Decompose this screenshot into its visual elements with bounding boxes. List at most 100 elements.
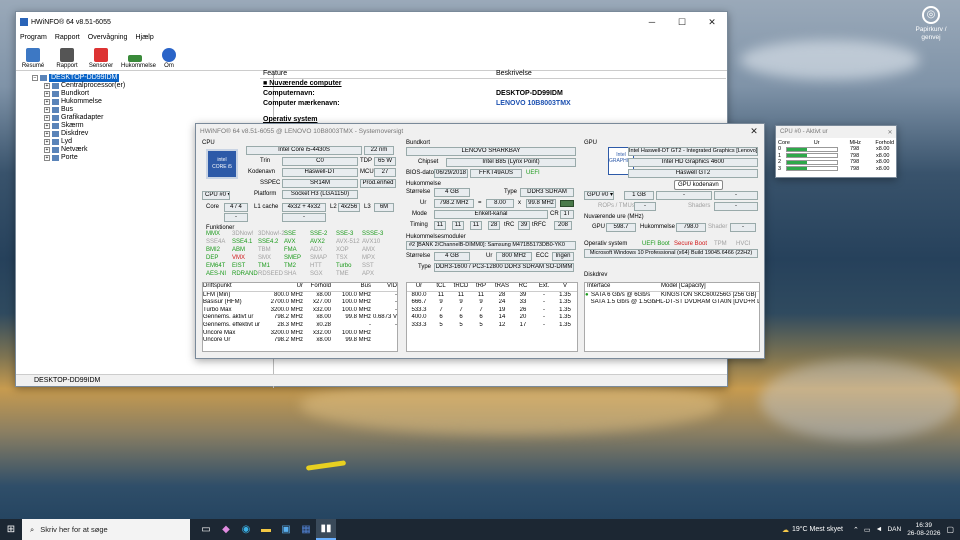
sspec-label: SSPEC [260,180,281,186]
file-explorer-icon[interactable]: ▬ [256,519,276,540]
app-icon[interactable]: ▦ [296,519,316,540]
weather-widget[interactable]: ☁ 19°C Mest skyet [782,526,843,534]
module-ecc: Ingen [552,252,574,261]
hwinfo-taskbar-icon[interactable]: ▮▮ [316,519,336,540]
maximize-icon[interactable]: ☐ [667,12,697,32]
close-icon[interactable]: ✕ [697,12,727,32]
gpu-clock-label: GPU [592,224,606,230]
store-icon[interactable]: ▣ [276,519,296,540]
menu-hjaelp[interactable]: Hjælp [135,34,153,41]
timing-rfc: 208 [554,221,572,230]
close-icon[interactable]: ✕ [884,129,896,136]
expand-icon[interactable]: + [44,107,50,113]
cpu-clock-titlebar[interactable]: CPU #0 - Aktivt ur ✕ [776,126,896,138]
tree-item-motherboard[interactable]: + Bundkort [32,90,273,98]
expand-icon[interactable]: + [44,139,50,145]
ecc-label: ECC [536,253,549,259]
module-clock-label: Ur [486,253,493,259]
tree-item-memory[interactable]: + Hukommelse [32,98,273,106]
feature-xop: XOP [336,247,349,253]
gpu-shaders: - [714,202,758,211]
expand-icon[interactable]: + [44,115,50,121]
memory-section-label: Hukommelse [406,181,442,187]
table-row[interactable]: 533.3 7 7 7 19 26-1.35 [407,307,577,315]
table-row[interactable]: Gennems. aktivt ur 798.2 MHz x8.00 99.8 MHz… [203,314,397,322]
detail-row[interactable]: Computernavn: DESKTOP-DD99IDM [263,89,726,99]
feature-vmx: VMX [232,255,246,261]
main-titlebar[interactable]: HWiNFO® 64 v8.51-6055 ─ ☐ ✕ [16,12,727,32]
info-icon [162,48,176,62]
menu-program[interactable]: Program [20,34,47,41]
start-icon[interactable]: ⊞ [0,519,22,540]
table-row[interactable]: 400.0 6 6 6 14 20-1.35 [407,314,577,322]
menu-bar: Program Rapport Overvågning Hjælp [16,32,727,43]
table-row[interactable]: Gennems. effektivt ur 28.3 MHz x0.28- - [203,322,397,330]
timings-table: Ur tCL tRCD tRP tRAS RC Ext. V 800.0 11 11 11 28 39-… [406,282,578,352]
module-select[interactable]: #2 [BANK 2/ChannelB-DIMM0]: Samsung M471… [406,241,576,250]
tree-item-bus[interactable]: + Bus [32,106,273,114]
notification-icon[interactable]: ▢ [946,525,954,534]
cpu-platform: Socket H3 (LGA1150) [282,190,358,199]
timing-rp: 11 [470,221,482,230]
table-row[interactable]: ● SATA 6 Gb/s @ 6Gb/s KINGSTON SKC600256G … [585,292,759,300]
desktop-shortcut[interactable]: ◎ Papirkurv / genvej [905,6,957,42]
table-row[interactable]: Turbo Max 3200.0 MHz x32.00 100.0 MHz - [203,307,397,315]
col-feature[interactable]: Feature [260,69,496,78]
cpu-l1-extra: - [282,213,326,222]
feature-avx10: AVX10 [362,239,381,245]
summary-titlebar[interactable]: HWiNFO® 64 v8.51-6055 @ LENOVO 10B8003TM… [196,124,764,138]
cpu-stepping: C0 [282,157,358,166]
close-icon[interactable]: ✕ [744,124,764,138]
gpu-select[interactable]: GPU #0 ▾ [584,191,614,200]
tree-root[interactable]: DESKTOP-DD99IDM [49,74,120,82]
volume-icon[interactable]: ◄ [876,526,883,533]
table-row[interactable]: 333.3 5 5 5 12 17-1.35 [407,322,577,330]
col-description[interactable]: Beskrivelse [496,69,532,78]
detail-row[interactable]: Computer mærkenavn: LENOVO 10B8003TMX [263,99,726,109]
summary-button[interactable]: Resumé [19,48,47,70]
language-indicator[interactable]: DAN [887,526,901,533]
expand-icon[interactable]: + [44,131,50,137]
table-row[interactable]: Basisur (HFM) 2700.0 MHz x27.00 100.0 MHz - [203,299,397,307]
table-row[interactable]: 800.0 11 11 11 28 39-1.35 [407,292,577,300]
sensors-button[interactable]: Sensorer [87,48,115,70]
modules-section-label: Hukommelsesmoduler [406,234,466,240]
table-row[interactable]: Uncore Ur 798.2 MHz x8.00 99.8 MHz [203,337,397,345]
table-row[interactable]: SATA 1.5 Gb/s @ 1.5Gb/s HL-DT-ST DVDRAM G… [585,299,759,307]
feature-tsx: TSX [336,255,348,261]
task-view-icon[interactable]: ▭ [196,519,216,540]
search-box[interactable]: ⌕ Skriv her for at søge [22,519,190,540]
expand-icon[interactable]: + [44,147,50,153]
clock[interactable]: 16:39 26-08-2026 [907,522,940,537]
table-row[interactable]: Uncore Max 3200.0 MHz x32.00 100.0 MHz [203,330,397,338]
list-item: 3 798 x8.00 [778,165,890,172]
clock-time: 16:39 [915,522,932,529]
edge-icon[interactable]: ◉ [236,519,256,540]
minimize-icon[interactable]: ─ [637,12,667,32]
expand-icon[interactable]: + [44,83,50,89]
expand-icon[interactable]: + [44,99,50,105]
cpu-select[interactable]: CPU #0 ▾ [202,191,230,200]
expand-icon[interactable]: + [44,123,50,129]
menu-rapport[interactable]: Rapport [55,34,80,41]
report-button[interactable]: Rapport [53,48,81,70]
copilot-icon[interactable]: ◆ [216,519,236,540]
platform-label: Platform [254,191,277,197]
cpu-sspec: SR14M [282,179,358,188]
feature-htt: HTT [310,263,322,269]
about-button[interactable]: Om [155,48,183,70]
network-icon[interactable]: ▭ [864,526,871,534]
tree-item-cpu[interactable]: + Centralprocessor(er) [32,82,273,90]
table-row[interactable]: 666.7 9 9 9 24 33-1.35 [407,299,577,307]
feature-mpx: MPX [362,255,376,261]
cr-label: CR [550,211,559,217]
expand-icon[interactable]: + [44,155,50,161]
memory-button[interactable]: Hukommelse [121,51,156,70]
chevron-up-icon[interactable]: ⌃ [853,526,859,534]
menu-overvaagning[interactable]: Overvågning [88,34,128,41]
tree-item-graphics[interactable]: + Grafikadapter [32,114,273,122]
table-row[interactable]: LFM (Min) 800.0 MHz x8.00 100.0 MHz - [203,292,397,300]
collapse-icon[interactable]: − [32,75,38,81]
expand-icon[interactable]: + [44,91,50,97]
module-size-label: Størrelse [406,253,431,259]
